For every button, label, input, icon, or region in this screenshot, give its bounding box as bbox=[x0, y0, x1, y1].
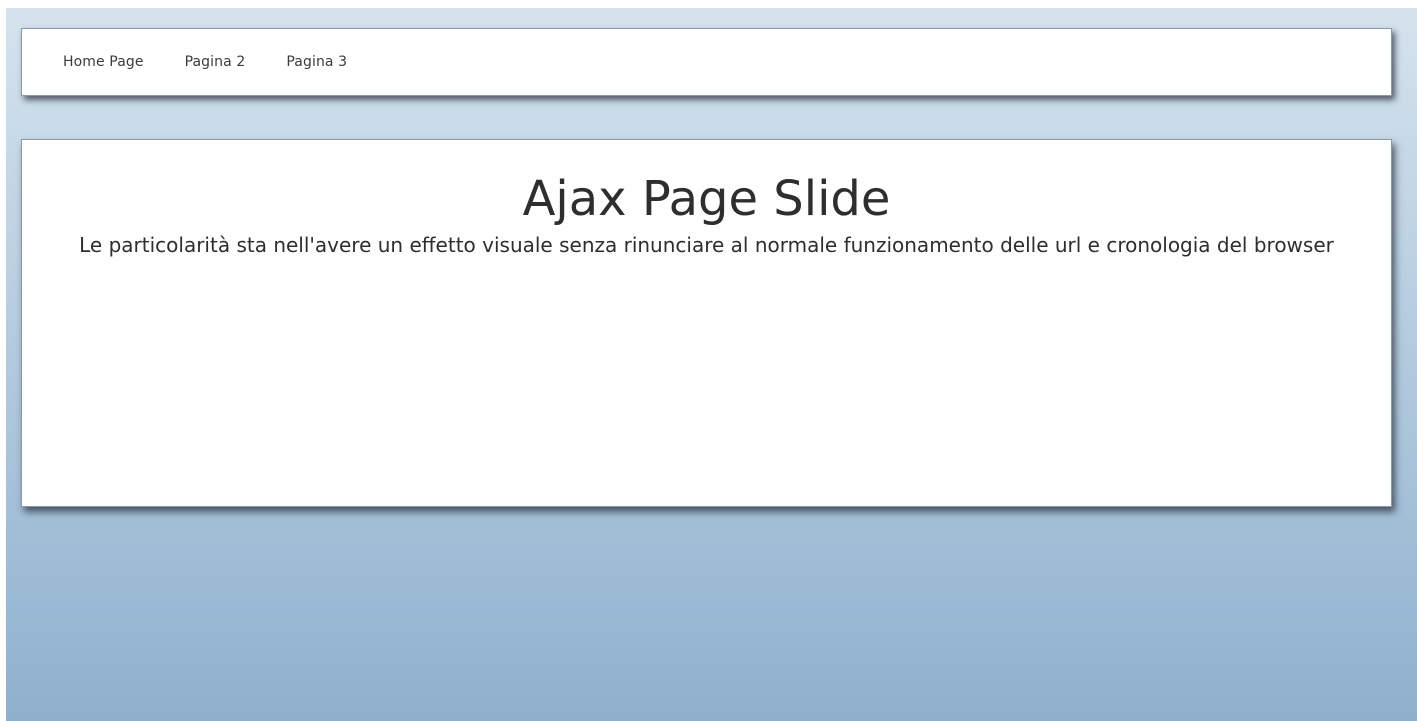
content-panel: Ajax Page Slide Le particolarità sta nel… bbox=[21, 139, 1392, 507]
nav-bar: Home Page Pagina 2 Pagina 3 bbox=[21, 28, 1392, 96]
page-title: Ajax Page Slide bbox=[522, 171, 891, 227]
nav-link-pagina-3[interactable]: Pagina 3 bbox=[286, 54, 347, 70]
nav-link-pagina-2[interactable]: Pagina 2 bbox=[185, 54, 246, 70]
page-background: Home Page Pagina 2 Pagina 3 Ajax Page Sl… bbox=[6, 8, 1417, 721]
nav-link-home-page[interactable]: Home Page bbox=[63, 54, 144, 70]
page-description: Le particolarità sta nell'avere un effet… bbox=[79, 233, 1334, 257]
